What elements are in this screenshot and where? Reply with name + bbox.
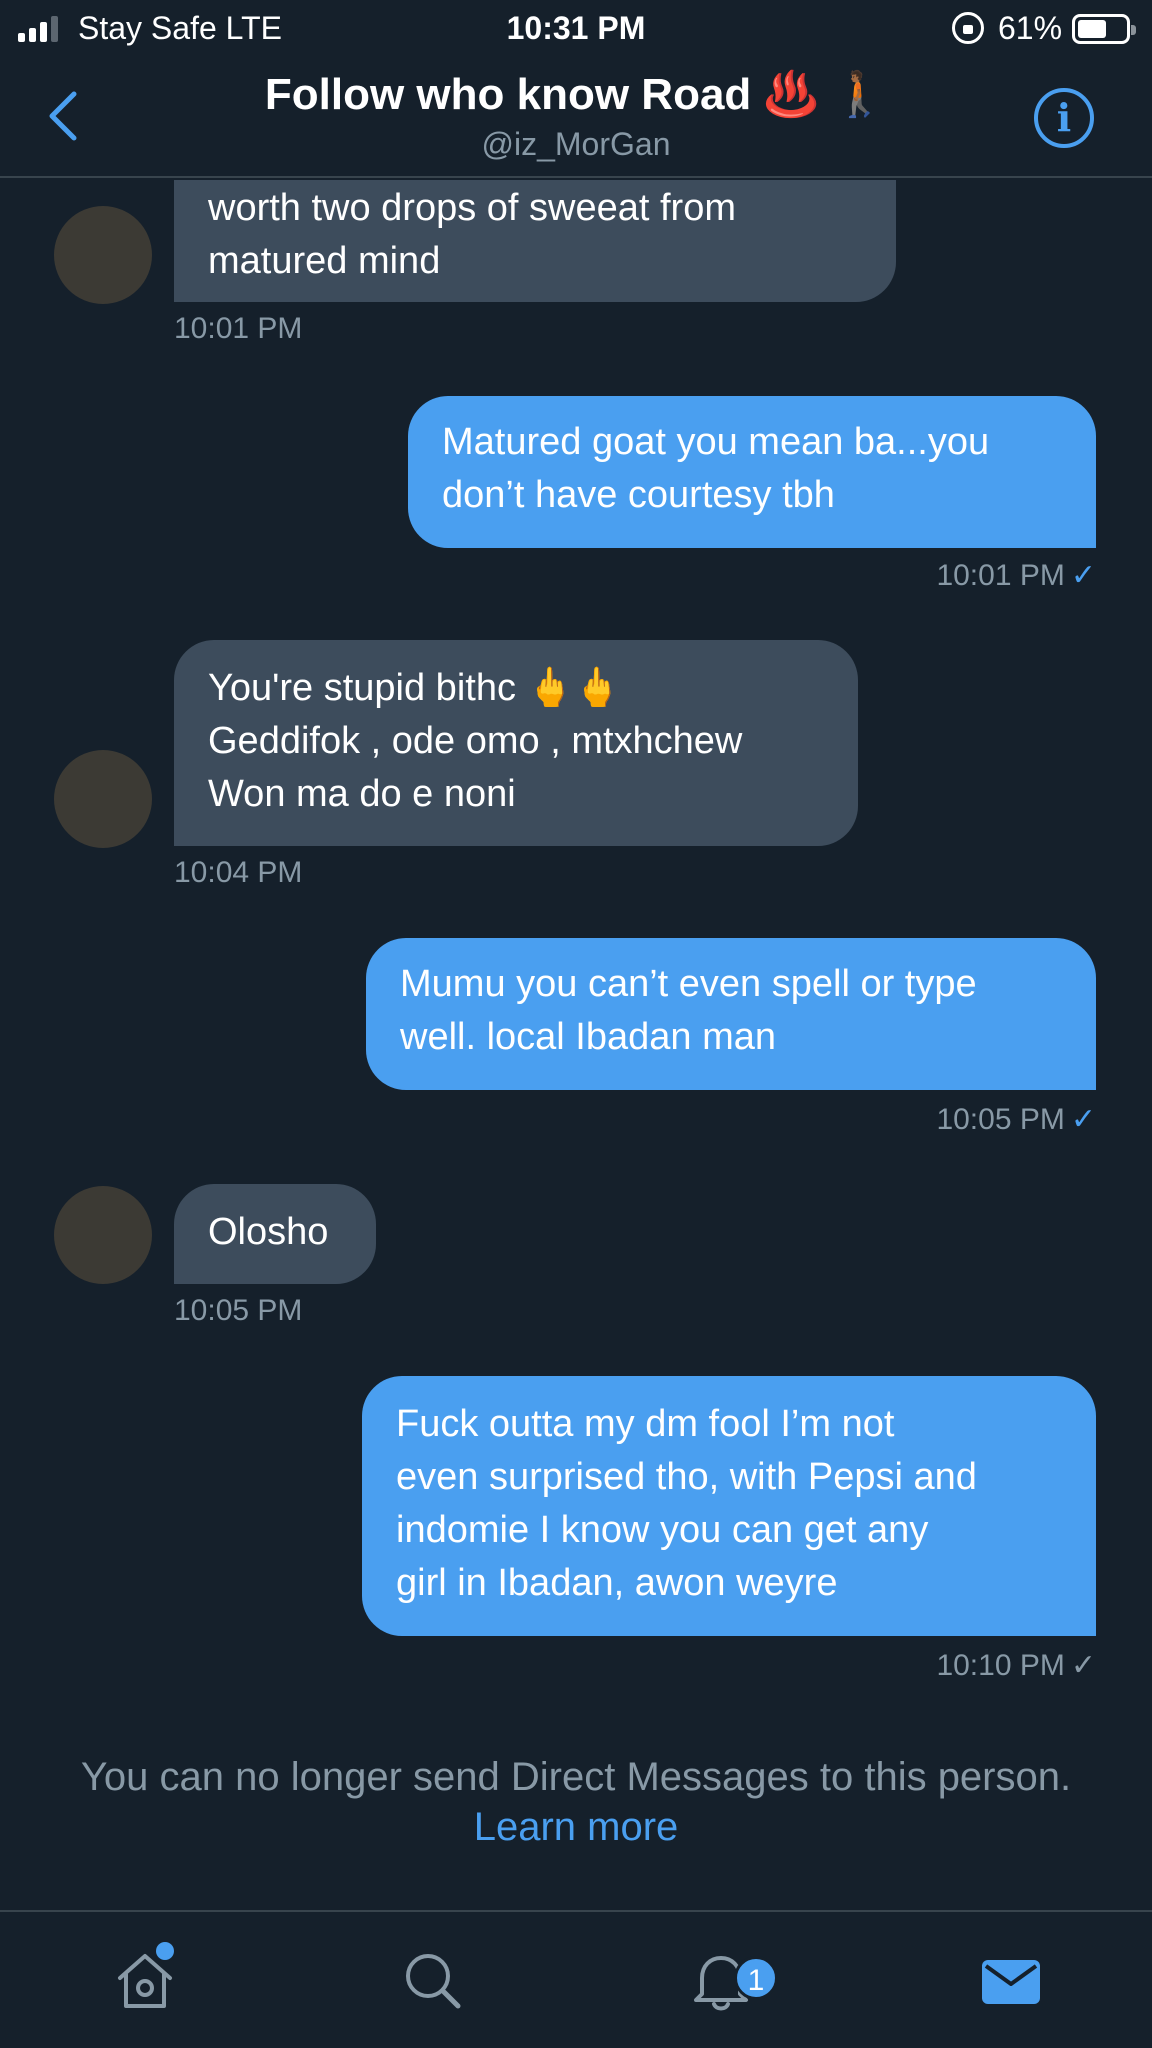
message-line: Geddifok , ode omo , mtxhchew	[208, 720, 743, 762]
user-handle[interactable]: @iz_MorGan	[0, 126, 1152, 163]
battery-percent: 61%	[998, 10, 1063, 46]
notifications-badge: 1	[734, 1956, 778, 2000]
learn-more-link[interactable]: Learn more	[0, 1802, 1152, 1852]
incoming-message-bubble[interactable]: worth two drops of sweeat from matured m…	[174, 180, 896, 302]
message-line: Mumu you can’t even spell or type	[400, 963, 977, 1005]
message-timestamp: 10:04 PM	[174, 856, 303, 889]
info-button[interactable]: i	[1034, 88, 1094, 148]
status-bar: Stay Safe LTE 10:31 PM 61%	[0, 0, 1152, 58]
message-line: indomie I know you can get any	[396, 1509, 929, 1551]
avatar[interactable]	[54, 206, 152, 304]
message-line: Fuck outta my dm fool I’m not	[396, 1403, 895, 1445]
conversation-title[interactable]: Follow who know Road ♨️ 🚶🏾	[0, 68, 1152, 120]
message-line: worth two drops of sweeat from	[208, 187, 736, 229]
message-timestamp: 10:01 PM ✓	[936, 558, 1096, 593]
notice-text: You can no longer send Direct Messages t…	[80, 1755, 1072, 1799]
battery-icon	[1072, 14, 1136, 44]
outgoing-message-bubble[interactable]: Mumu you can’t even spell or type well. …	[366, 938, 1096, 1090]
message-line: Won ma do e noni	[208, 773, 516, 815]
message-line: don’t have courtesy tbh	[442, 474, 835, 516]
message-timestamp: 10:10 PM ✓	[936, 1648, 1096, 1683]
bottom-tab-bar: 1	[0, 1910, 1152, 2048]
avatar[interactable]	[54, 1186, 152, 1284]
orientation-lock-icon	[952, 12, 984, 44]
message-line: girl in Ibadan, awon weyre	[396, 1562, 838, 1604]
sent-check-icon: ✓	[1070, 1648, 1096, 1683]
dm-disabled-notice: You can no longer send Direct Messages t…	[0, 1752, 1152, 1852]
outgoing-message-bubble[interactable]: Matured goat you mean ba...you don’t hav…	[408, 396, 1096, 548]
conversation-header: Follow who know Road ♨️ 🚶🏾 @iz_MorGan i	[0, 58, 1152, 178]
battery-fill	[1078, 20, 1106, 38]
message-list[interactable]: worth two drops of sweeat from matured m…	[0, 180, 1152, 1910]
title-text: Follow who know Road	[264, 70, 752, 119]
message-timestamp: 10:05 PM ✓	[936, 1102, 1096, 1137]
message-line: even surprised tho, with Pepsi and	[396, 1456, 977, 1498]
message-line: Olosho	[208, 1211, 329, 1253]
info-icon: i	[1056, 95, 1072, 140]
message-line: Matured goat you mean ba...you	[442, 421, 990, 463]
message-line: well. local Ibadan man	[400, 1016, 776, 1058]
message-timestamp: 10:05 PM	[174, 1294, 303, 1327]
sent-check-icon: ✓	[1070, 558, 1096, 593]
message-line: You're stupid bithc 🖕🖕	[208, 667, 622, 709]
message-line: matured mind	[208, 240, 441, 282]
messages-tab[interactable]	[978, 1948, 1044, 2014]
messages-icon	[982, 1960, 1040, 2004]
search-icon	[406, 1954, 461, 2009]
search-tab[interactable]	[400, 1948, 466, 2014]
incoming-message-bubble[interactable]: You're stupid bithc 🖕🖕 Geddifok , ode om…	[174, 640, 858, 846]
title-emoji: ♨️ 🚶🏾	[763, 69, 888, 120]
message-timestamp: 10:01 PM	[174, 312, 303, 345]
incoming-message-bubble[interactable]: Olosho	[174, 1184, 376, 1284]
sent-check-icon: ✓	[1070, 1102, 1096, 1137]
home-unread-dot	[156, 1942, 174, 1960]
avatar[interactable]	[54, 750, 152, 848]
outgoing-message-bubble[interactable]: Fuck outta my dm fool I’m not even surpr…	[362, 1376, 1096, 1636]
